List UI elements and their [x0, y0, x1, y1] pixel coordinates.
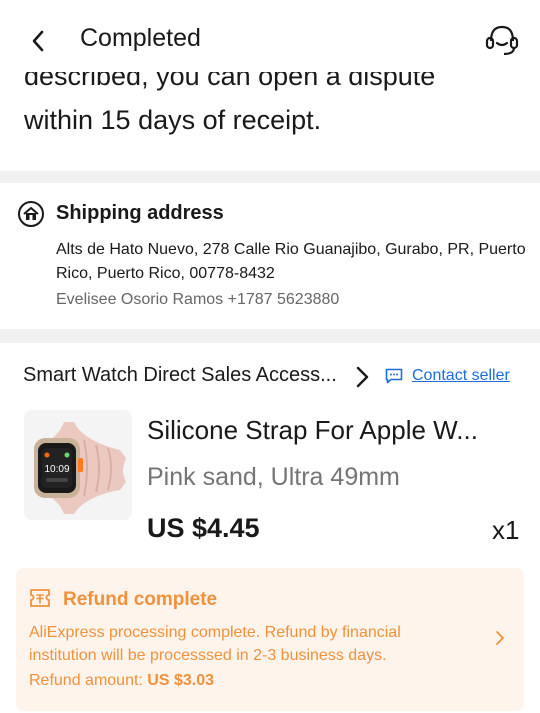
recipient-contact: Evelisee Osorio Ramos +1787 5623880: [56, 291, 340, 308]
dispute-notice: described, you can open a dispute within…: [0, 56, 540, 170]
order-card: Smart Watch Direct Sales Access... Conta…: [0, 343, 540, 713]
shipping-address-title: Shipping address: [56, 202, 224, 224]
shipping-address-section: Shipping address Alts de Hato Nuevo, 278…: [0, 183, 540, 329]
product-thumbnail[interactable]: 10:09: [24, 410, 132, 520]
product-title[interactable]: Silicone Strap For Apple W...: [147, 415, 478, 446]
refund-amount-label: Refund amount:: [29, 672, 148, 689]
shipping-address-text: Alts de Hato Nuevo, 278 Calle Rio Guanaj…: [56, 241, 526, 282]
page-title: Completed: [80, 24, 201, 52]
product-quantity: x1: [492, 515, 520, 545]
home-icon: [18, 201, 44, 227]
chevron-left-icon: [32, 30, 44, 52]
customer-support-button[interactable]: [480, 20, 524, 60]
watch-face-time: 10:09: [44, 464, 69, 475]
chevron-right-icon[interactable]: [353, 365, 371, 389]
refund-status-card[interactable]: Refund complete AliExpress processing co…: [16, 568, 524, 711]
chat-icon[interactable]: [385, 368, 403, 384]
refund-status-description: AliExpress processing complete. Refund b…: [29, 624, 401, 664]
section-divider: [0, 329, 540, 343]
contact-seller-link[interactable]: Contact seller: [412, 367, 510, 385]
refund-status-title: Refund complete: [63, 589, 218, 610]
refund-amount-value: US $3.03: [147, 672, 215, 689]
top-bar: Completed: [0, 0, 540, 72]
chevron-right-icon[interactable]: [494, 629, 506, 647]
section-divider: [0, 171, 540, 183]
back-button[interactable]: [24, 26, 52, 56]
receipt-icon: [30, 589, 50, 607]
dispute-notice-line: within 15 days of receipt.: [24, 105, 322, 135]
product-price: US $4.45: [147, 513, 260, 543]
refund-amount: Refund amount: US $3.03: [29, 672, 214, 690]
store-name-link[interactable]: Smart Watch Direct Sales Access...: [23, 364, 337, 387]
headset-icon: [485, 25, 519, 56]
product-variant: Pink sand, Ultra 49mm: [147, 463, 400, 491]
